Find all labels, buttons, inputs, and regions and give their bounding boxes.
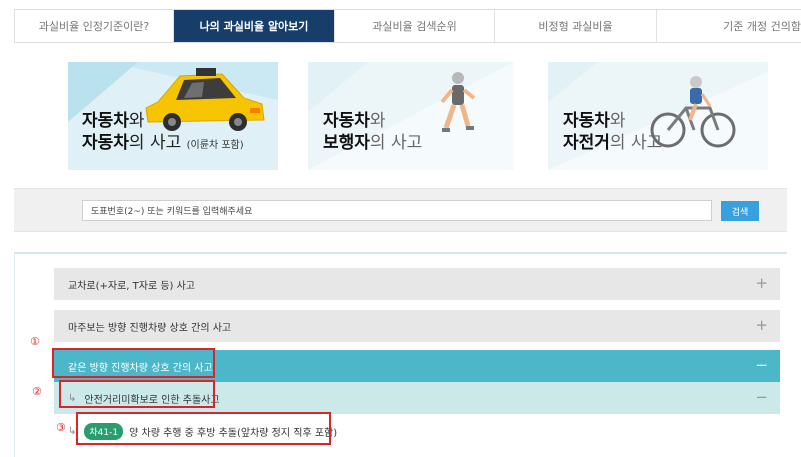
card-car-vs-bicycle[interactable]: 자동차와 자전거의 사고 [548,62,768,170]
expand-icon[interactable]: + [755,316,768,334]
tab-my-fault-ratio[interactable]: 나의 과실비율 알아보기 [174,10,335,42]
pedestrian-icon [440,72,476,132]
collapse-icon[interactable]: − [755,356,768,374]
collapse-icon[interactable]: − [755,388,768,406]
annotation-marker-3: ③ [56,421,66,434]
annotation-box-1 [52,348,215,378]
row-label: 마주보는 방향 진행차량 상호 간의 사고 [68,322,232,334]
search-input[interactable] [82,200,712,221]
card-label: 자동차와 자전거의 사고 [563,111,663,153]
expand-icon[interactable]: + [755,274,768,292]
accident-category-cards: 자동차와 자동차의 사고 (이륜차 포함) 자동차와 보행자의 사고 자동차와 … [68,62,768,170]
search-bar: 검색 [14,188,787,232]
accordion-oncoming[interactable]: 마주보는 방향 진행차량 상호 간의 사고 + [54,310,780,342]
accordion-intersection[interactable]: 교차로(+자로, T자로 등) 사고 + [54,268,780,300]
tab-fault-criteria[interactable]: 과실비율 인정기준이란? [14,10,174,42]
annotation-marker-1: ① [30,335,40,348]
annotation-marker-2: ② [32,385,42,398]
tab-atypical-ratio[interactable]: 비정형 과실비율 [495,10,657,42]
search-button[interactable]: 검색 [721,201,759,221]
card-car-vs-pedestrian[interactable]: 자동차와 보행자의 사고 [308,62,514,170]
card-label: 자동차와 보행자의 사고 [323,111,423,153]
card-car-vs-car[interactable]: 자동차와 자동차의 사고 (이륜차 포함) [68,62,278,170]
card-label: 자동차와 자동차의 사고 (이륜차 포함) [82,111,244,153]
annotation-box-2 [59,380,215,408]
tab-revision-suggestion[interactable]: 기준 개정 건의함 [657,10,801,42]
tab-search-ranking[interactable]: 과실비율 검색순위 [335,10,495,42]
main-tab-bar: 과실비율 인정기준이란? 나의 과실비율 알아보기 과실비율 검색순위 비정형 … [14,9,801,43]
annotation-box-3 [76,412,331,445]
row-label: 교차로(+자로, T자로 등) 사고 [68,280,196,292]
